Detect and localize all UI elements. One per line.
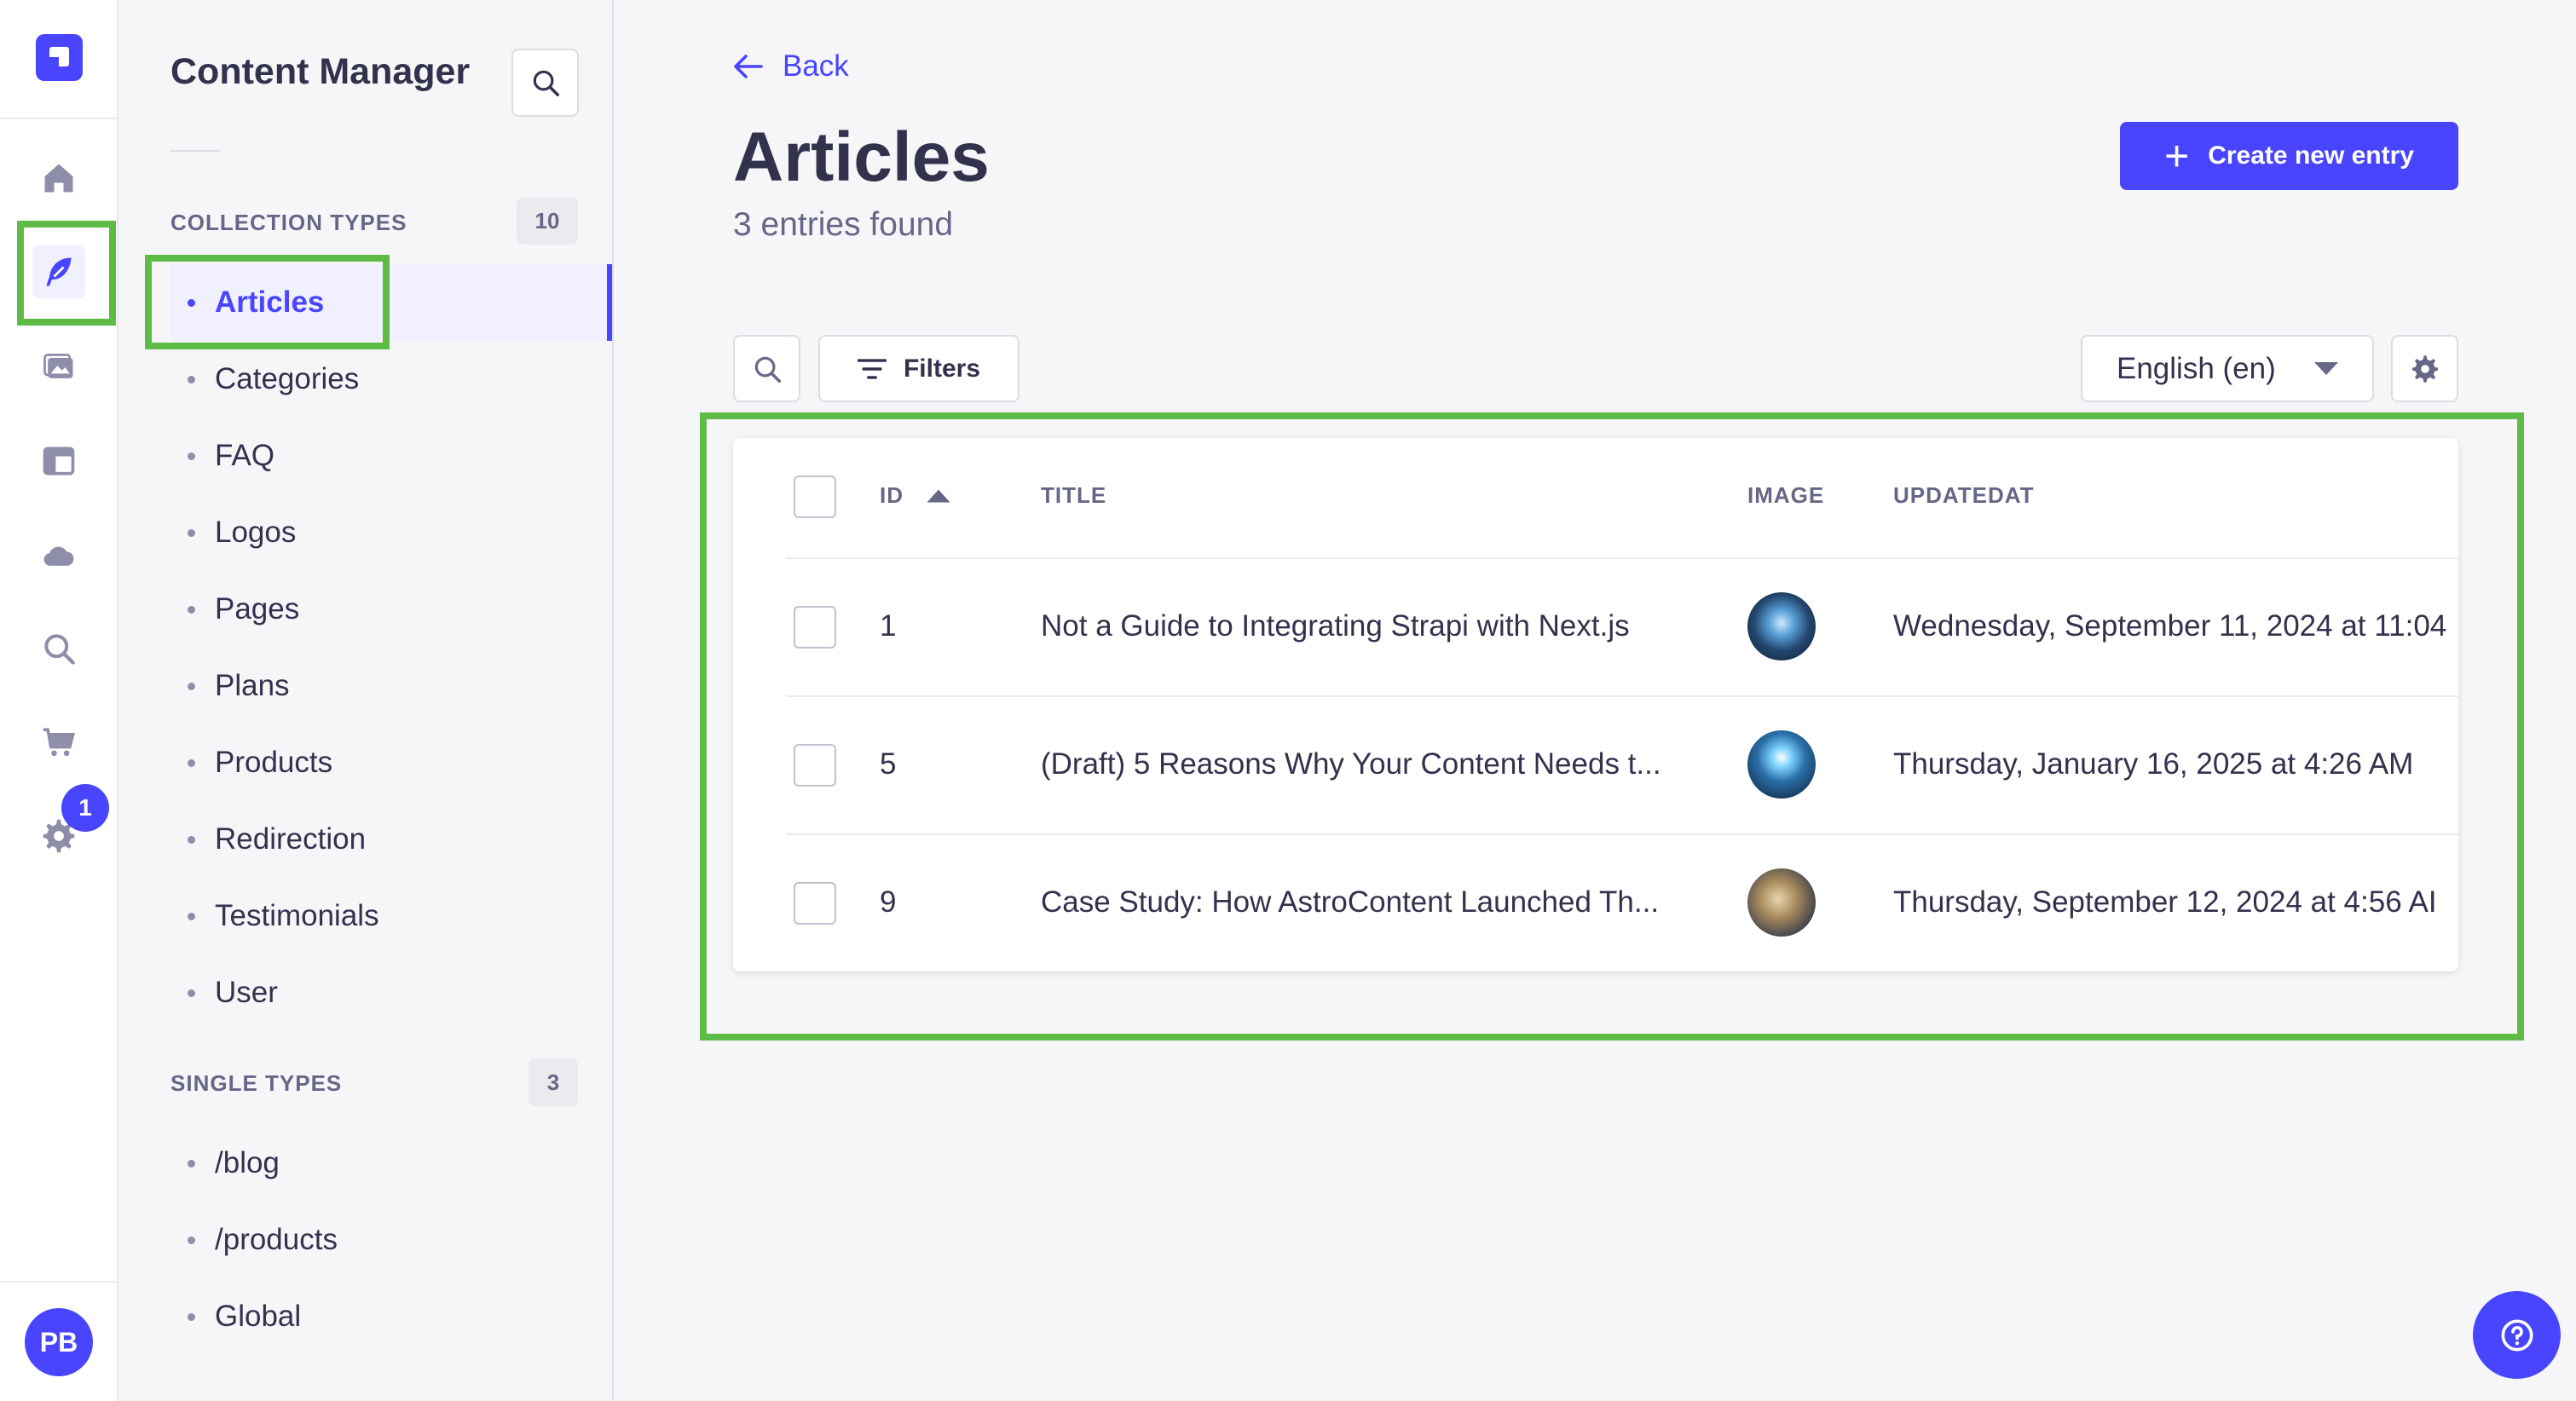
sidebar-item-label: Plans xyxy=(215,669,290,702)
marketplace-cart-icon[interactable] xyxy=(32,716,85,769)
question-icon xyxy=(2501,1319,2533,1351)
sidebar-item-label: Categories xyxy=(215,362,360,395)
single-types-heading[interactable]: SINGLE TYPES xyxy=(170,1070,342,1097)
sidebar-item-label: FAQ xyxy=(215,439,275,472)
collection-types-heading[interactable]: COLLECTION TYPES xyxy=(170,210,407,236)
sidebar-item-logos[interactable]: Logos xyxy=(170,503,296,562)
search-entries-button[interactable] xyxy=(733,335,800,402)
back-link[interactable]: Back xyxy=(733,49,849,84)
home-icon[interactable] xyxy=(32,152,85,205)
sidebar-item-label: Pages xyxy=(215,592,300,626)
search-icon xyxy=(533,70,559,96)
sidebar-item-redirection[interactable]: Redirection xyxy=(170,810,366,869)
sidebar-item-label: Testimonials xyxy=(215,899,379,932)
rail-bottom-divider xyxy=(0,1281,118,1283)
sidebar-item-label: User xyxy=(215,976,278,1009)
settings-notification-badge: 1 xyxy=(61,784,109,832)
entries-count: 3 entries found xyxy=(733,206,954,243)
collection-types-count: 10 xyxy=(517,197,578,245)
sidebar-item-plans[interactable]: Plans xyxy=(170,656,290,716)
subnav-title: Content Manager xyxy=(170,51,471,92)
page-title: Articles xyxy=(733,118,990,196)
locale-select[interactable]: English (en) xyxy=(2081,335,2374,402)
filter-icon xyxy=(857,358,887,379)
create-label: Create new entry xyxy=(2208,141,2414,170)
arrow-left-icon xyxy=(734,55,763,78)
sidebar-item-products-single[interactable]: /products xyxy=(170,1210,338,1270)
sidebar-item-products[interactable]: Products xyxy=(170,733,332,793)
sidebar-item-label: /products xyxy=(215,1223,338,1256)
main-nav-rail: 1 PB xyxy=(0,0,118,1401)
sidebar-item-global[interactable]: Global xyxy=(170,1287,301,1346)
sidebar-item-pages[interactable]: Pages xyxy=(170,579,299,639)
help-button[interactable] xyxy=(2473,1291,2561,1379)
chevron-down-icon xyxy=(2314,362,2338,375)
filters-label: Filters xyxy=(903,354,981,383)
sidebar-item-label: Products xyxy=(215,746,333,779)
search-icon xyxy=(754,356,781,383)
list-settings-button[interactable] xyxy=(2391,335,2458,402)
subnav-search-button[interactable] xyxy=(511,49,579,117)
cloud-icon[interactable] xyxy=(32,528,85,581)
sidebar-item-blog[interactable]: /blog xyxy=(170,1133,280,1193)
sidebar-item-categories[interactable]: Categories xyxy=(170,349,359,409)
single-types-count: 3 xyxy=(528,1058,578,1106)
filters-button[interactable]: Filters xyxy=(818,335,1019,402)
highlight-entries-table xyxy=(700,412,2524,1041)
gear-icon xyxy=(2411,355,2438,383)
user-avatar[interactable]: PB xyxy=(25,1308,93,1376)
locale-value: English (en) xyxy=(2117,351,2276,385)
strapi-logo-icon[interactable] xyxy=(36,34,83,81)
sidebar-item-label: Logos xyxy=(215,516,297,549)
highlight-content-manager-icon xyxy=(17,221,116,326)
content-type-builder-icon[interactable] xyxy=(32,435,85,487)
sidebar-item-label: Redirection xyxy=(215,822,367,856)
search-icon[interactable] xyxy=(32,622,85,675)
sidebar-item-label: /blog xyxy=(215,1146,280,1179)
subnav-divider xyxy=(170,150,221,152)
sidebar-item-user[interactable]: User xyxy=(170,963,278,1023)
sidebar-item-testimonials[interactable]: Testimonials xyxy=(170,886,379,946)
back-label: Back xyxy=(783,49,849,83)
highlight-articles-item xyxy=(145,255,390,349)
sidebar-item-label: Global xyxy=(215,1300,302,1333)
rail-divider xyxy=(0,118,118,119)
create-new-entry-button[interactable]: + Create new entry xyxy=(2120,122,2458,190)
plus-icon: + xyxy=(2164,132,2190,180)
media-library-icon[interactable] xyxy=(32,341,85,394)
sidebar-item-faq[interactable]: FAQ xyxy=(170,426,274,486)
